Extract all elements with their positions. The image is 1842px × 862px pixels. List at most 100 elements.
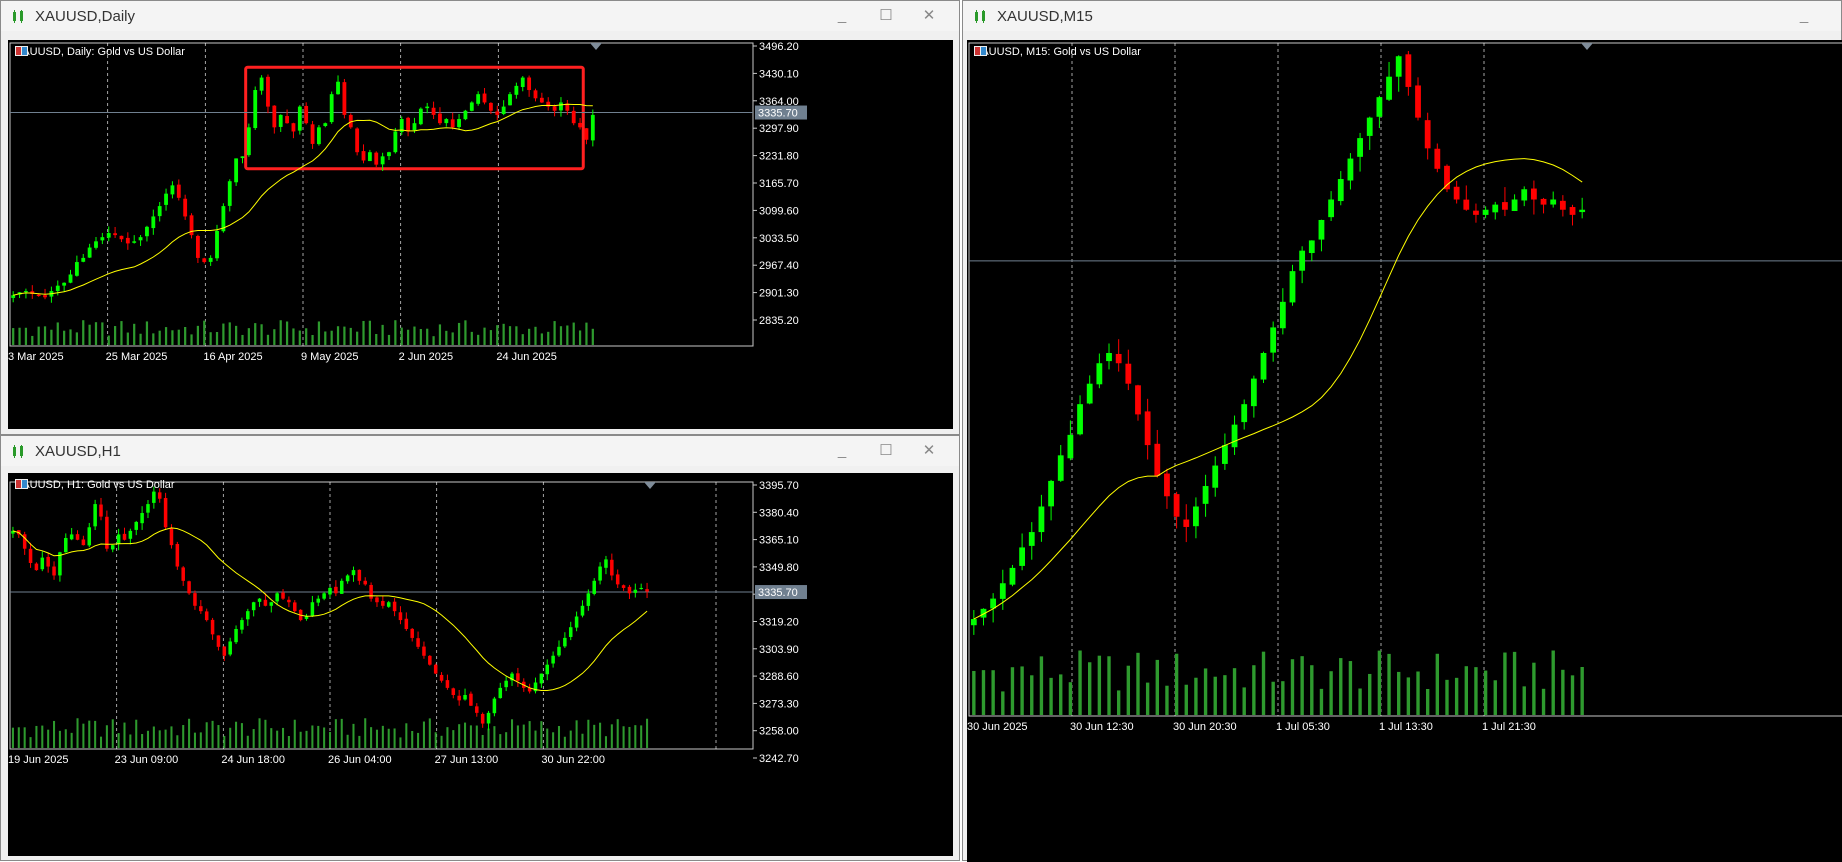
candle: [482, 93, 487, 103]
one-click-trading-icon[interactable]: [15, 46, 28, 56]
candle: [285, 116, 289, 124]
candle: [492, 698, 497, 714]
candle: [375, 597, 379, 603]
candle: [145, 226, 149, 237]
chart-area-m15[interactable]: 30 Jun 2025 30 Jun 12:30 30 Jun 20:30 1 Jul…: [967, 40, 1842, 862]
candle: [68, 274, 73, 283]
candle: [498, 687, 503, 699]
y-tick-label: 3288.60: [759, 671, 799, 683]
x-tick-label: 2 Jun 2025: [399, 351, 453, 363]
candle: [1530, 188, 1537, 200]
candle: [317, 127, 321, 145]
candle: [240, 620, 244, 630]
x-tick-label: 25 Mar 2025: [106, 351, 168, 363]
candle: [475, 706, 479, 713]
candle: [110, 545, 115, 550]
candle: [269, 602, 274, 606]
candle: [504, 680, 508, 688]
candle: [287, 599, 291, 603]
minimize-button[interactable]: _: [831, 440, 853, 462]
candlestick-chart-h1[interactable]: 19 Jun 2025 23 Jun 09:00 24 Jun 18:00 26 Ju…: [8, 473, 953, 856]
minimize-button[interactable]: _: [1793, 5, 1815, 27]
one-click-trading-icon[interactable]: [15, 479, 28, 489]
candle: [586, 593, 591, 606]
window-m15[interactable]: XAUUSD,M15 _ 30 Jun 2025 30 Jun 12:30 30 J…: [962, 0, 1842, 862]
candle: [412, 123, 417, 131]
close-button[interactable]: ✕: [918, 440, 940, 462]
candle: [134, 521, 138, 530]
minimize-button[interactable]: _: [831, 5, 853, 27]
titlebar-daily[interactable]: XAUUSD,Daily _ ☐ ✕: [1, 1, 959, 31]
candle: [410, 628, 414, 638]
chart-area-h1[interactable]: 19 Jun 2025 23 Jun 09:00 24 Jun 18:00 26 Ju…: [8, 473, 953, 856]
candle: [450, 119, 455, 128]
candle: [336, 81, 340, 95]
candle: [11, 295, 16, 298]
y-tick-label: 3349.80: [759, 562, 799, 574]
candle: [381, 600, 385, 606]
candle: [1482, 209, 1489, 215]
candle: [1250, 378, 1257, 407]
one-click-trading-icon[interactable]: [974, 46, 987, 56]
candle: [251, 602, 256, 611]
candle: [164, 193, 168, 205]
close-button[interactable]: ✕: [918, 5, 940, 27]
candle: [1492, 204, 1499, 213]
candle: [1144, 411, 1151, 446]
candle: [246, 611, 250, 620]
candle: [1241, 404, 1248, 423]
candle: [488, 102, 493, 111]
candle: [208, 257, 213, 262]
candle: [1193, 506, 1199, 527]
y-tick-label: 3273.30: [759, 698, 799, 710]
candle: [1048, 480, 1054, 507]
y-tick-label: 3319.20: [759, 617, 799, 629]
candle: [406, 117, 411, 132]
candle: [215, 230, 219, 259]
maximize-button[interactable]: ☐: [875, 5, 897, 27]
candle: [508, 94, 512, 106]
x-tick-label: 23 Jun 09:00: [115, 754, 179, 766]
candle: [304, 105, 309, 124]
titlebar-m15[interactable]: XAUUSD,M15 _: [963, 1, 1841, 31]
candle: [433, 664, 438, 674]
candle: [99, 504, 103, 517]
candle: [1569, 207, 1576, 215]
chart-shift-marker: [1581, 43, 1593, 50]
candle: [122, 533, 127, 540]
candle: [132, 241, 137, 243]
window-title: XAUUSD,M15: [997, 8, 1093, 25]
window-h1[interactable]: XAUUSD,H1 _ ☐ ✕ 19 Jun 2025 23 Jun 09:00 2…: [0, 435, 960, 861]
candle: [106, 233, 111, 238]
candle: [34, 563, 39, 571]
candle: [1511, 199, 1518, 211]
candle: [1154, 443, 1161, 476]
candle: [571, 110, 576, 124]
candle: [62, 282, 67, 286]
candle: [146, 504, 150, 513]
candle: [1347, 158, 1354, 181]
candle: [278, 114, 283, 127]
titlebar-h1[interactable]: XAUUSD,H1 _ ☐ ✕: [1, 436, 959, 466]
window-title: XAUUSD,Daily: [35, 8, 136, 25]
candle: [1106, 353, 1112, 362]
candle: [1473, 210, 1479, 215]
candle: [1212, 465, 1219, 488]
candlestick-chart-daily[interactable]: 3 Mar 2025 25 Mar 2025 16 Apr 2025 9 May 20…: [8, 40, 953, 429]
candlestick-chart-m15[interactable]: 30 Jun 2025 30 Jun 12:30 30 Jun 20:30 1 Jul…: [967, 40, 1842, 862]
window-daily[interactable]: XAUUSD,Daily _ ☐ ✕ 3 Mar 2025 25 Mar 2025…: [0, 0, 960, 435]
candle: [476, 94, 481, 104]
candle: [486, 712, 491, 724]
chart-area-daily[interactable]: 3 Mar 2025 25 Mar 2025 16 Apr 2025 9 May 20…: [8, 40, 953, 429]
maximize-button[interactable]: ☐: [875, 440, 897, 462]
candle: [240, 156, 245, 159]
x-tick-label: 9 May 2025: [301, 351, 358, 363]
candle: [451, 688, 456, 696]
candle: [627, 586, 632, 594]
candle: [574, 616, 579, 628]
x-tick-label: 26 Jun 04:00: [328, 754, 392, 766]
candle: [199, 606, 203, 612]
candle: [1415, 85, 1421, 118]
candle: [1366, 117, 1373, 136]
chart-label: XAUUSD, H1: Gold vs US Dollar: [15, 479, 175, 491]
